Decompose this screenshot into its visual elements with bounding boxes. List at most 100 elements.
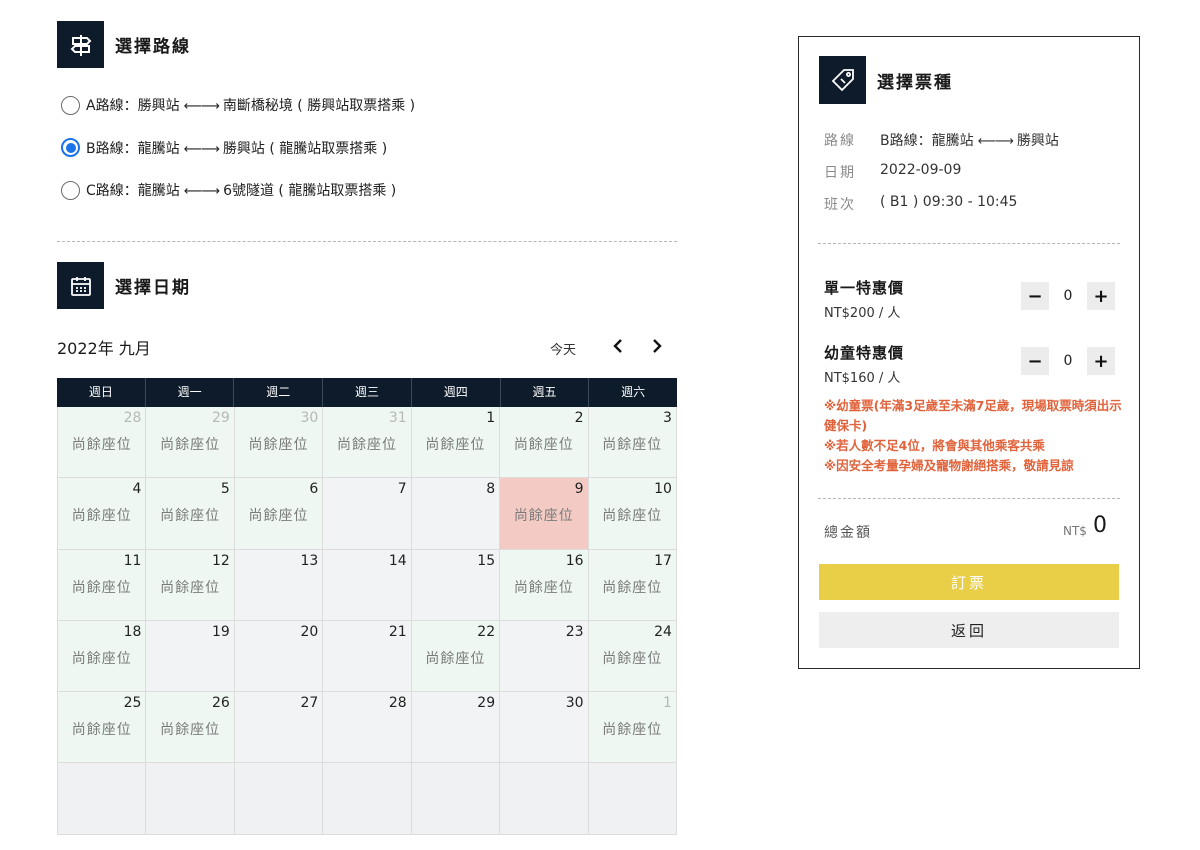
calendar-icon: [57, 262, 104, 309]
calendar-day-cell[interactable]: 17 尚餘座位: [588, 549, 677, 621]
route-option[interactable]: A路線：勝興站 ⟵⟶ 南斷橋秘境 ( 勝興站取票搭乘 ): [61, 94, 415, 116]
calendar-day-cell[interactable]: 14: [323, 549, 412, 621]
total-label: 總金額: [824, 525, 872, 541]
weekday-label: 週四: [412, 378, 501, 407]
bidirectional-arrow-icon: ⟵⟶: [183, 141, 220, 157]
calendar-day-cell[interactable]: 24 尚餘座位: [588, 620, 677, 693]
calendar-day-cell[interactable]: 13: [234, 549, 324, 621]
ticket-name-child: 幼童特惠價: [824, 344, 905, 362]
calendar-day-cell[interactable]: 8: [411, 478, 501, 550]
prev-month-button[interactable]: [607, 334, 629, 358]
seat-status: 尚餘座位: [602, 437, 663, 453]
seat-status: 尚餘座位: [336, 437, 397, 453]
summary-route-label: 路線: [824, 133, 856, 149]
today-button[interactable]: 今天: [550, 339, 576, 358]
calendar-day-cell[interactable]: 5 尚餘座位: [146, 478, 235, 550]
route-radio[interactable]: [61, 95, 80, 115]
summary-date-label: 日期: [824, 165, 856, 181]
day-number: 10: [654, 481, 672, 498]
ticket-panel-title: 選擇票種: [877, 72, 953, 93]
calendar-week-row: [57, 763, 677, 835]
seat-status: 尚餘座位: [602, 650, 663, 667]
calendar-day-cell[interactable]: 22 尚餘座位: [411, 620, 501, 693]
calendar-day-cell[interactable]: 30 尚餘座位: [234, 407, 324, 479]
increment-button[interactable]: +: [1087, 347, 1115, 375]
calendar-day-cell[interactable]: 1 尚餘座位: [588, 692, 677, 764]
calendar-day-cell[interactable]: 30: [500, 692, 589, 764]
seat-status: 尚餘座位: [71, 722, 132, 739]
day-number: 21: [388, 623, 407, 640]
calendar-day-cell[interactable]: 27: [234, 692, 324, 764]
summary-date-value: 2022-09-09: [880, 162, 962, 178]
day-number: 30: [300, 410, 319, 426]
calendar-day-cell[interactable]: 29 尚餘座位: [146, 407, 235, 479]
day-number: 29: [212, 410, 230, 426]
seat-status: 尚餘座位: [71, 650, 132, 667]
calendar-day-cell[interactable]: 16 尚餘座位: [500, 549, 589, 621]
day-number: 30: [565, 695, 584, 712]
route-option[interactable]: B路線：龍騰站 ⟵⟶ 勝興站 ( 龍騰站取票搭乘 ): [61, 137, 415, 159]
summary-route: 路線 B路線：龍騰站 ⟵⟶ 勝興站: [824, 130, 1059, 150]
calendar-day-cell[interactable]: 7: [323, 478, 412, 550]
calendar-day-cell[interactable]: 21: [323, 620, 412, 693]
seat-status: 尚餘座位: [71, 579, 132, 596]
day-number: 3: [663, 410, 672, 426]
seat-status: 尚餘座位: [602, 579, 663, 596]
calendar-day-cell[interactable]: 23: [500, 620, 589, 693]
day-number: 1: [663, 695, 672, 712]
calendar-day-cell: [234, 763, 324, 835]
calendar-day-cell[interactable]: 29: [411, 692, 501, 764]
calendar-day-cell[interactable]: 11 尚餘座位: [57, 549, 147, 621]
calendar-day-cell[interactable]: 26 尚餘座位: [146, 692, 235, 764]
quantity-stepper-single: − 0 +: [1021, 282, 1115, 310]
route-option-label: B路線：龍騰站 ⟵⟶ 勝興站 ( 龍騰站取票搭乘 ): [86, 140, 388, 157]
day-number: 19: [212, 623, 230, 640]
calendar-day-cell[interactable]: 2 尚餘座位: [500, 407, 589, 479]
note-child-ticket: ※幼童票(年滿3足歲至未滿7足歲，現場取票時須出示健保卡): [824, 398, 1122, 433]
route-radio[interactable]: [61, 180, 80, 200]
decrement-button[interactable]: −: [1021, 282, 1049, 310]
seat-status: 尚餘座位: [248, 508, 309, 525]
next-month-button[interactable]: [646, 334, 668, 358]
date-section-title: 選擇日期: [115, 278, 191, 298]
calendar-day-cell[interactable]: 19: [146, 620, 235, 693]
route-option[interactable]: C路線：龍騰站 ⟵⟶ 6號隧道 ( 龍騰站取票搭乘 ): [61, 179, 415, 201]
route-radio[interactable]: [61, 138, 80, 157]
calendar-day-cell[interactable]: 1 尚餘座位: [411, 407, 501, 479]
calendar-day-cell[interactable]: 28 尚餘座位: [57, 407, 147, 479]
route-options: A路線：勝興站 ⟵⟶ 南斷橋秘境 ( 勝興站取票搭乘 ) B路線：龍騰站 ⟵⟶ 勝興站 (…: [61, 94, 415, 222]
calendar-day-cell[interactable]: 6 尚餘座位: [234, 478, 324, 550]
bidirectional-arrow-icon: ⟵⟶: [183, 99, 220, 114]
calendar-day-cell[interactable]: 3 尚餘座位: [588, 407, 677, 479]
note-safety: ※因安全考量孕婦及寵物謝絕搭乘，敬請見諒: [824, 458, 1074, 473]
calendar-month-title: 2022年 九月: [57, 339, 151, 358]
day-number: 5: [220, 481, 230, 498]
calendar-day-cell[interactable]: 31 尚餘座位: [323, 407, 412, 479]
book-button[interactable]: 訂票: [819, 564, 1119, 600]
calendar-day-cell[interactable]: 12 尚餘座位: [146, 549, 235, 621]
quantity-value: 0: [1063, 288, 1073, 304]
calendar-day-cell[interactable]: 15: [411, 549, 501, 621]
day-number: 25: [123, 695, 142, 712]
route-option-label: C路線：龍騰站 ⟵⟶ 6號隧道 ( 龍騰站取票搭乘 ): [86, 183, 397, 199]
decrement-button[interactable]: −: [1021, 347, 1049, 375]
calendar-week-row: 28 尚餘座位 29 尚餘座位 30 尚餘座位 31 尚餘座位 1 尚餘座位 2 尚餘座位 3 尚餘座位: [57, 407, 677, 479]
back-button[interactable]: 返回: [819, 612, 1119, 648]
day-number: 28: [123, 410, 142, 426]
calendar-day-cell[interactable]: 4 尚餘座位: [57, 478, 147, 550]
day-number: 29: [477, 695, 496, 712]
calendar-day-cell[interactable]: 10 尚餘座位: [588, 478, 677, 550]
day-number: 27: [300, 695, 319, 712]
calendar-day-cell[interactable]: 28: [323, 692, 412, 764]
calendar-day-cell: [411, 763, 501, 835]
weekday-label: 週日: [57, 378, 146, 407]
quantity-stepper-child: − 0 +: [1021, 347, 1115, 375]
calendar-day-cell: [500, 763, 589, 835]
increment-button[interactable]: +: [1087, 282, 1115, 310]
seat-status: 尚餘座位: [513, 508, 574, 525]
day-number: 11: [123, 552, 142, 569]
calendar-day-cell-selected[interactable]: 9 尚餘座位: [500, 478, 589, 550]
calendar-day-cell[interactable]: 20: [234, 620, 324, 693]
calendar-day-cell[interactable]: 18 尚餘座位: [57, 620, 147, 693]
calendar-day-cell[interactable]: 25 尚餘座位: [57, 692, 147, 764]
